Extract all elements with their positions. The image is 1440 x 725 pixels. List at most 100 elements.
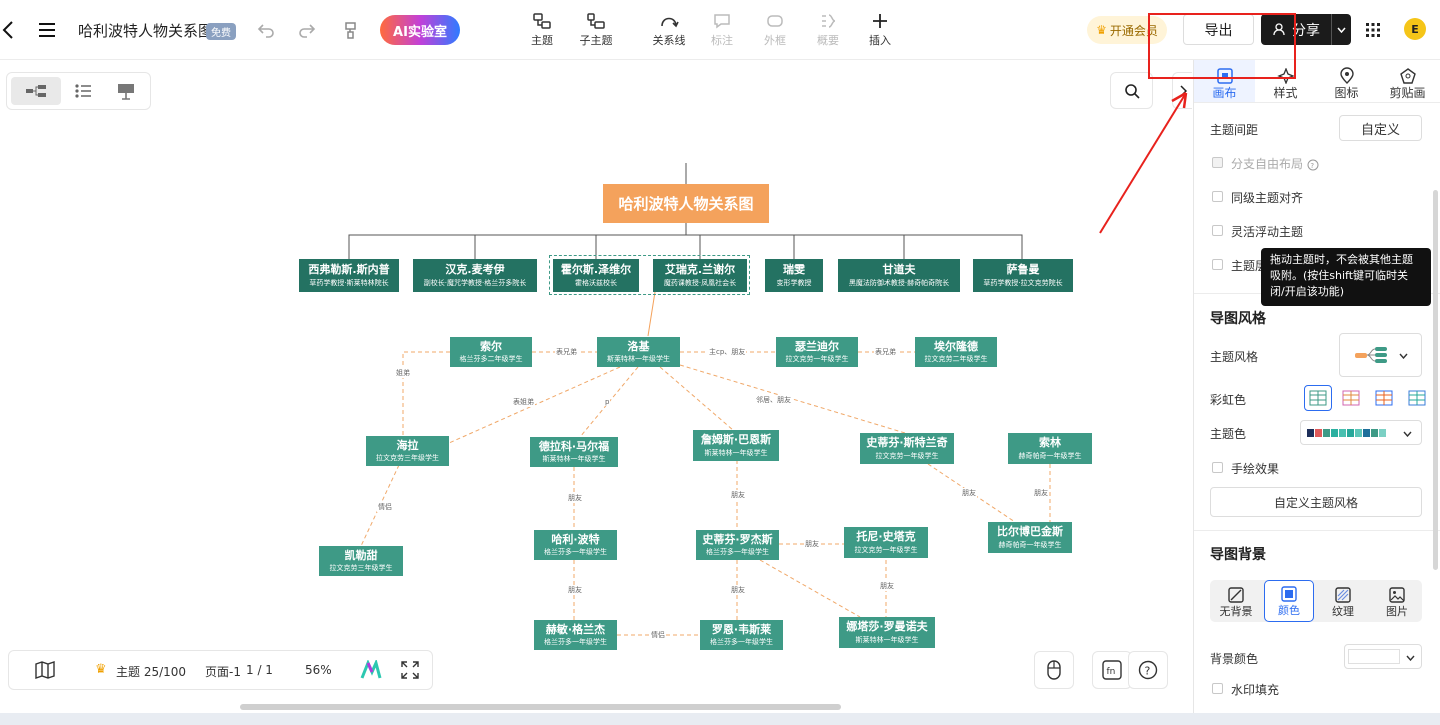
hand-drawn-label: 手绘效果 bbox=[1231, 462, 1280, 476]
tab-icons[interactable]: 图标 bbox=[1316, 60, 1377, 102]
watermark-checkbox[interactable] bbox=[1212, 683, 1223, 694]
root-topic[interactable]: 哈利波特人物关系图 bbox=[603, 184, 769, 223]
theme-color-select[interactable] bbox=[1300, 420, 1422, 445]
rainbow-option-2[interactable] bbox=[1337, 385, 1365, 411]
align-siblings-checkbox[interactable] bbox=[1212, 191, 1223, 202]
document-title[interactable]: 哈利波特人物关系图 bbox=[78, 20, 213, 41]
spacing-custom-button[interactable]: 自定义 bbox=[1339, 115, 1422, 141]
presentation-view-icon[interactable] bbox=[109, 77, 143, 105]
bg-tab-color[interactable]: 颜色 bbox=[1264, 580, 1314, 622]
topic-hela[interactable]: 海拉 拉文克劳三年级学生 bbox=[366, 436, 449, 466]
relation-label[interactable]: 朋友 bbox=[730, 490, 746, 500]
topic-stark[interactable]: 托尼·史塔克 拉文克劳一年级学生 bbox=[844, 527, 928, 558]
relation-label[interactable]: 表姐弟 bbox=[512, 397, 535, 407]
relation-label[interactable]: 情侣 bbox=[650, 630, 666, 640]
rainbow-option-3[interactable] bbox=[1370, 385, 1398, 411]
topic-saruman[interactable]: 萨鲁曼 草药学教授·拉文克劳院长 bbox=[973, 259, 1073, 292]
callout-tool[interactable]: 标注 bbox=[695, 10, 749, 48]
topic-layer-checkbox[interactable] bbox=[1212, 259, 1223, 270]
redo-icon[interactable] bbox=[297, 20, 317, 40]
relation-label[interactable]: 主cp、朋友 bbox=[708, 347, 747, 357]
topic-desc: 黑魔法防御术教授·赫奇帕奇院长 bbox=[848, 278, 950, 287]
topic-hermione[interactable]: 赫敏·格兰杰 格兰芬多一年级学生 bbox=[534, 620, 617, 650]
relation-label[interactable]: 朋友 bbox=[730, 585, 746, 595]
topic-thorin[interactable]: 索林 赫奇帕奇一年级学生 bbox=[1008, 433, 1092, 464]
relation-label[interactable]: 朋友 bbox=[961, 488, 977, 498]
relation-label[interactable]: 朋友 bbox=[1033, 488, 1049, 498]
menu-icon[interactable] bbox=[36, 18, 58, 42]
help-circle-icon[interactable]: ? bbox=[1307, 156, 1319, 175]
topic-natasha[interactable]: 娜塔莎·罗曼诺夫 斯莱特林一年级学生 bbox=[839, 617, 935, 648]
custom-style-button[interactable]: 自定义主题风格 bbox=[1210, 487, 1422, 517]
ai-lab-button[interactable]: AI实验室 bbox=[380, 15, 460, 45]
map-overview-icon[interactable] bbox=[35, 661, 55, 682]
rainbow-option-4[interactable] bbox=[1403, 385, 1431, 411]
topic-gandalf[interactable]: 甘道夫 黑魔法防御术教授·赫奇帕奇院长 bbox=[838, 259, 960, 292]
topic-raven[interactable]: 瑞雯 变形学教授 bbox=[765, 259, 823, 292]
floating-topic-checkbox[interactable] bbox=[1212, 225, 1223, 236]
free-layout-checkbox[interactable] bbox=[1212, 157, 1223, 168]
topic-rogers[interactable]: 史蒂芬·罗杰斯 格兰芬多一年级学生 bbox=[696, 530, 779, 560]
topic-xavier[interactable]: 霍尔斯.泽维尔 霍格沃兹校长 bbox=[553, 259, 639, 292]
relation-label[interactable]: 朋友 bbox=[804, 539, 820, 549]
panel-scrollbar[interactable] bbox=[1433, 190, 1438, 570]
help-button[interactable]: ? bbox=[1128, 651, 1168, 689]
bg-tab-texture[interactable]: 纹理 bbox=[1318, 580, 1368, 622]
relation-label[interactable]: 邻居、朋友 bbox=[755, 395, 792, 405]
hand-drawn-checkbox[interactable] bbox=[1212, 462, 1223, 473]
theme-style-select[interactable] bbox=[1339, 333, 1422, 377]
share-label: 分享 bbox=[1292, 22, 1320, 39]
topic-harry[interactable]: 哈利·波特 格兰芬多一年级学生 bbox=[534, 530, 617, 560]
bg-tab-none[interactable]: 无背景 bbox=[1211, 580, 1261, 622]
insert-tool[interactable]: 插入 bbox=[853, 10, 907, 48]
apps-grid-icon[interactable] bbox=[1364, 21, 1382, 39]
zoom-level[interactable]: 56% bbox=[305, 663, 332, 677]
mindmap-canvas[interactable]: 哈利波特人物关系图 西弗勒斯.斯内普 草药学教授·斯莱特林院长 汉克.麦考伊 副… bbox=[0, 60, 1192, 710]
relation-label[interactable]: 表兄弟 bbox=[555, 347, 578, 357]
background-color-select[interactable] bbox=[1344, 644, 1422, 669]
topic-barnes[interactable]: 詹姆斯·巴恩斯 斯莱特林一年级学生 bbox=[693, 430, 779, 461]
relation-label[interactable]: 表兄弟 bbox=[874, 347, 897, 357]
topic-loki[interactable]: 洛基 斯莱特林一年级学生 bbox=[597, 337, 680, 367]
undo-icon[interactable] bbox=[256, 20, 276, 40]
fullscreen-icon[interactable] bbox=[401, 661, 419, 682]
topic-thranduil[interactable]: 瑟兰迪尔 拉文克劳一年级学生 bbox=[776, 337, 858, 367]
mindmap-view-icon[interactable] bbox=[11, 77, 61, 105]
topic-snape[interactable]: 西弗勒斯.斯内普 草药学教授·斯莱特林院长 bbox=[299, 259, 399, 292]
relation-label[interactable]: 朋友 bbox=[567, 585, 583, 595]
topic-mccoy[interactable]: 汉克.麦考伊 副校长·魔咒学教授·格兰芬多院长 bbox=[413, 259, 537, 292]
topic-desc: 草药学教授·斯莱特林院长 bbox=[309, 278, 389, 287]
topic-kaile[interactable]: 凯勒甜 拉文克劳三年级学生 bbox=[319, 546, 403, 576]
topic-strange[interactable]: 史蒂芬·斯特兰奇 拉文克劳一年级学生 bbox=[860, 433, 954, 464]
relation-label[interactable]: 姐弟 bbox=[395, 368, 411, 378]
add-topic-tool[interactable]: 主题 bbox=[515, 10, 569, 48]
relation-label[interactable]: p bbox=[604, 398, 611, 406]
avatar[interactable]: E bbox=[1404, 18, 1426, 40]
topic-draco[interactable]: 德拉科·马尔福 斯莱特林一年级学生 bbox=[530, 437, 618, 467]
outline-view-icon[interactable] bbox=[67, 77, 99, 105]
topic-lehnsherr[interactable]: 艾瑞克.兰谢尔 魔药课教授·凤凰社会长 bbox=[653, 259, 747, 292]
relation-label[interactable]: 朋友 bbox=[567, 493, 583, 503]
back-icon[interactable] bbox=[0, 18, 16, 42]
topic-thor[interactable]: 索尔 格兰芬多二年级学生 bbox=[450, 337, 532, 367]
horizontal-scrollbar[interactable] bbox=[240, 704, 841, 710]
ai-logo-icon[interactable] bbox=[360, 658, 382, 683]
relation-label[interactable]: 情侣 bbox=[377, 502, 393, 512]
rainbow-option-1[interactable] bbox=[1304, 385, 1332, 411]
topic-elrond[interactable]: 埃尔隆德 拉文克劳二年级学生 bbox=[915, 337, 997, 367]
topic-ron[interactable]: 罗恩·韦斯莱 格兰芬多一年级学生 bbox=[700, 620, 783, 650]
share-dropdown-icon[interactable] bbox=[1331, 14, 1351, 45]
summary-tool[interactable]: 概要 bbox=[801, 10, 855, 48]
format-painter-icon[interactable] bbox=[340, 19, 360, 41]
boundary-tool[interactable]: 外框 bbox=[748, 10, 802, 48]
formula-button[interactable]: fn bbox=[1092, 651, 1132, 689]
bg-tab-image[interactable]: 图片 bbox=[1372, 580, 1422, 622]
clipart-icon bbox=[1399, 68, 1416, 84]
relation-line-tool[interactable]: 关系线 bbox=[642, 10, 696, 48]
topic-bilbo[interactable]: 比尔博巴金斯 赫奇帕奇一年级学生 bbox=[988, 522, 1072, 553]
tab-clipart[interactable]: 剪贴画 bbox=[1377, 60, 1438, 102]
relation-label[interactable]: 朋友 bbox=[879, 581, 895, 591]
mouse-mode-button[interactable] bbox=[1034, 651, 1074, 689]
add-subtopic-tool[interactable]: 子主题 bbox=[569, 10, 623, 48]
page-label[interactable]: 页面-1 bbox=[205, 663, 241, 680]
